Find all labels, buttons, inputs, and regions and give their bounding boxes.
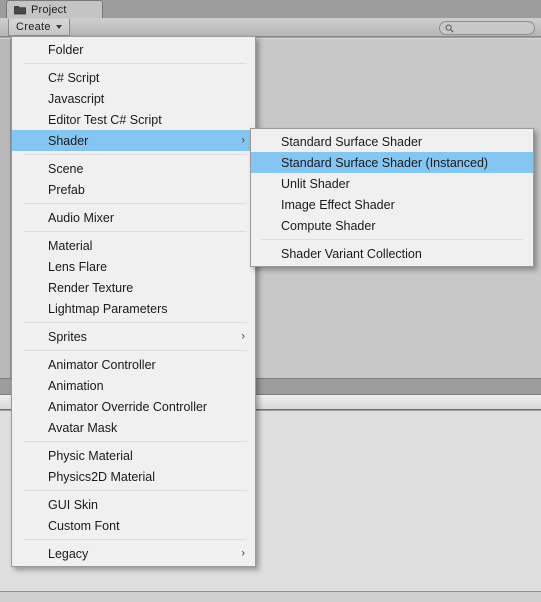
menu-item-animator-controller[interactable]: Animator Controller xyxy=(12,354,255,375)
create-context-menu[interactable]: Folder C# Script Javascript Editor Test C# … xyxy=(11,36,256,567)
menu-item-label: Animator Override Controller xyxy=(48,399,208,414)
menu-item-label: Avatar Mask xyxy=(48,420,118,435)
menu-item-label: Lens Flare xyxy=(48,259,108,274)
menu-item-label: Image Effect Shader xyxy=(281,197,395,212)
menu-separator xyxy=(24,322,247,323)
menu-item-unlit-shader[interactable]: Unlit Shader xyxy=(251,173,533,194)
menu-item-label: GUI Skin xyxy=(48,497,99,512)
menu-separator xyxy=(24,441,247,442)
menu-item-material[interactable]: Material xyxy=(12,235,255,256)
menu-item-label: Physics2D Material xyxy=(48,469,155,484)
menu-item-custom-font[interactable]: Custom Font xyxy=(12,515,255,536)
menu-separator xyxy=(24,231,247,232)
menu-item-gui-skin[interactable]: GUI Skin xyxy=(12,494,255,515)
menu-item-javascript[interactable]: Javascript xyxy=(12,88,255,109)
menu-item-render-texture[interactable]: Render Texture xyxy=(12,277,255,298)
menu-item-shader-variant-collection[interactable]: Shader Variant Collection xyxy=(251,243,533,264)
menu-item-label: Javascript xyxy=(48,91,105,106)
project-toolbar: Create xyxy=(0,18,541,37)
menu-item-lens-flare[interactable]: Lens Flare xyxy=(12,256,255,277)
chevron-right-icon: › xyxy=(241,330,245,342)
menu-item-label: Material xyxy=(48,238,93,253)
menu-separator xyxy=(261,239,523,240)
menu-separator xyxy=(24,350,247,351)
menu-item-label: Standard Surface Shader (Instanced) xyxy=(281,155,489,170)
menu-item-legacy[interactable]: Legacy › xyxy=(12,543,255,564)
menu-item-label: Sprites xyxy=(48,329,87,344)
menu-item-label: Editor Test C# Script xyxy=(48,112,162,127)
menu-item-avatar-mask[interactable]: Avatar Mask xyxy=(12,417,255,438)
menu-item-label: C# Script xyxy=(48,70,100,85)
menu-separator xyxy=(24,203,247,204)
menu-item-scene[interactable]: Scene xyxy=(12,158,255,179)
unity-editor-window: Project Create Folder C# Script Javascript… xyxy=(0,0,541,602)
menu-item-sprites[interactable]: Sprites › xyxy=(12,326,255,347)
menu-item-prefab[interactable]: Prefab xyxy=(12,179,255,200)
menu-item-physics2d-material[interactable]: Physics2D Material xyxy=(12,466,255,487)
menu-item-animator-override-controller[interactable]: Animator Override Controller xyxy=(12,396,255,417)
menu-item-label: Audio Mixer xyxy=(48,210,114,225)
tab-project[interactable]: Project xyxy=(6,0,103,18)
chevron-right-icon: › xyxy=(241,547,245,559)
menu-separator xyxy=(24,63,247,64)
menu-item-label: Render Texture xyxy=(48,280,134,295)
menu-item-editor-test-c-script[interactable]: Editor Test C# Script xyxy=(12,109,255,130)
chevron-right-icon: › xyxy=(241,134,245,146)
menu-item-physic-material[interactable]: Physic Material xyxy=(12,445,255,466)
menu-item-label: Animation xyxy=(48,378,104,393)
menu-item-c-script[interactable]: C# Script xyxy=(12,67,255,88)
menu-separator xyxy=(24,490,247,491)
menu-item-label: Shader xyxy=(48,133,89,148)
menu-item-label: Compute Shader xyxy=(281,218,376,233)
menu-item-label: Standard Surface Shader xyxy=(281,134,423,149)
menu-item-label: Physic Material xyxy=(48,448,133,463)
menu-item-image-effect-shader[interactable]: Image Effect Shader xyxy=(251,194,533,215)
menu-item-standard-surface-shader[interactable]: Standard Surface Shader xyxy=(251,131,533,152)
menu-item-audio-mixer[interactable]: Audio Mixer xyxy=(12,207,255,228)
menu-separator xyxy=(24,539,247,540)
menu-item-compute-shader[interactable]: Compute Shader xyxy=(251,215,533,236)
chevron-down-icon xyxy=(55,25,62,29)
menu-item-label: Shader Variant Collection xyxy=(281,246,422,261)
menu-item-folder[interactable]: Folder xyxy=(12,39,255,60)
project-tree-column[interactable] xyxy=(0,39,11,378)
menu-item-label: Custom Font xyxy=(48,518,120,533)
tab-project-label: Project xyxy=(31,3,67,16)
menu-item-label: Unlit Shader xyxy=(281,176,350,191)
menu-item-label: Scene xyxy=(48,161,84,176)
menu-item-label: Folder xyxy=(48,42,84,57)
menu-item-lightmap-parameters[interactable]: Lightmap Parameters xyxy=(12,298,255,319)
menu-item-label: Animator Controller xyxy=(48,357,156,372)
create-button-label: Create xyxy=(16,21,51,33)
tab-strip: Project xyxy=(0,0,541,19)
menu-item-standard-surface-shader-instanced[interactable]: Standard Surface Shader (Instanced) xyxy=(251,152,533,173)
menu-item-label: Legacy xyxy=(48,546,89,561)
menu-item-label: Lightmap Parameters xyxy=(48,301,168,316)
search-input[interactable] xyxy=(439,21,535,35)
shader-submenu[interactable]: Standard Surface Shader Standard Surface … xyxy=(250,128,534,267)
search-icon xyxy=(445,24,454,33)
menu-item-animation[interactable]: Animation xyxy=(12,375,255,396)
menu-item-shader[interactable]: Shader › xyxy=(12,130,255,151)
menu-separator xyxy=(24,154,247,155)
menu-item-label: Prefab xyxy=(48,182,85,197)
create-button[interactable]: Create xyxy=(8,19,70,36)
bottom-pane-footer xyxy=(0,591,541,602)
folder-icon xyxy=(14,5,26,15)
